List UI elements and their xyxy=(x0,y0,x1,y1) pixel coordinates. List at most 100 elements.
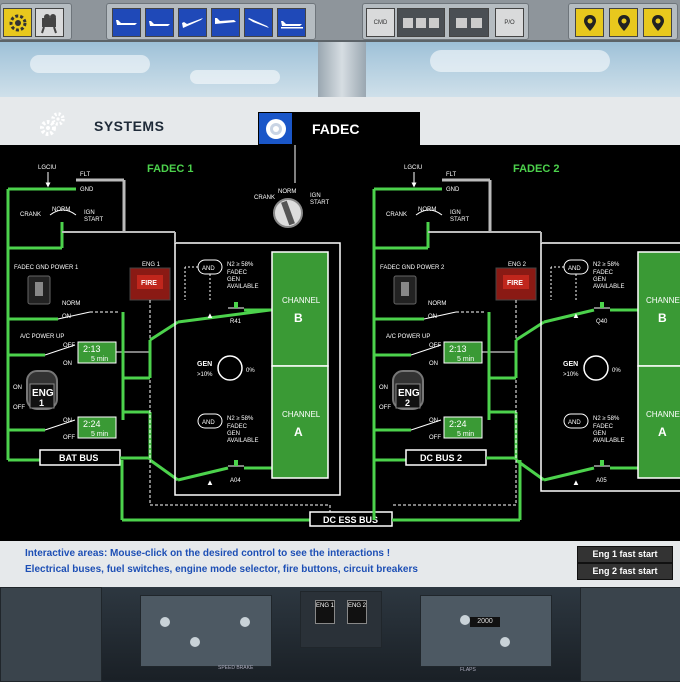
on-eng1-label: ON xyxy=(13,385,22,391)
fadec-gnd-power-2-label: FADEC GND POWER 2 xyxy=(380,265,445,271)
norm-gnd-1-label: NORM xyxy=(62,301,80,307)
map-pin-3-icon[interactable] xyxy=(643,8,672,37)
crank-1-label: CRANK xyxy=(20,212,41,218)
lgciu-1-label: LGCIU xyxy=(38,165,56,171)
fadec-1-title: FADEC 1 xyxy=(147,163,193,175)
available-2a: AVAILABLE xyxy=(593,438,624,444)
map-pin-2-icon[interactable] xyxy=(609,8,638,37)
pedestal-counter: 2000 xyxy=(470,617,500,627)
aircraft-landing-icon[interactable] xyxy=(277,8,306,37)
eng-1-master-switch[interactable]: ENG 1 xyxy=(26,370,58,410)
info-bar: Interactive areas: Mouse-click on the de… xyxy=(0,541,680,587)
timer-2-value: 2:24 xyxy=(83,419,101,429)
circuit-breaker-q40[interactable]: Q40 xyxy=(594,302,610,325)
gen-2a: GEN xyxy=(593,431,606,437)
channel-2b-label: CHANNEL xyxy=(646,296,680,305)
gen-1-icon xyxy=(217,355,243,381)
pedestal-knob xyxy=(460,615,470,625)
timer-4-value: 2:24 xyxy=(449,419,467,429)
n2-cond-2b: N2 ≥ 58% xyxy=(593,262,620,268)
fadec-tab-icon xyxy=(259,113,292,144)
eng-2-fire-button[interactable]: FIRE xyxy=(495,267,537,301)
eng-2-fast-start-button[interactable]: Eng 2 fast start xyxy=(577,563,673,580)
channel-2a-letter: A xyxy=(658,425,667,439)
svg-text:▲: ▲ xyxy=(572,311,580,320)
eng-1-fast-start-button[interactable]: Eng 1 fast start xyxy=(577,546,673,563)
aircraft-cruise-icon[interactable] xyxy=(211,8,240,37)
info-line-1: Interactive areas: Mouse-click on the de… xyxy=(25,548,391,559)
flaps-label: FLAPS xyxy=(460,667,476,673)
lgciu-2-label: LGCIU xyxy=(404,165,422,171)
channel-1b-label: CHANNEL xyxy=(282,296,321,305)
fadec-gen-2a: FADEC xyxy=(593,424,614,430)
gen-1-label: GEN xyxy=(197,361,212,368)
gen-2-pct: 0% xyxy=(612,368,621,374)
gen-2-icon xyxy=(583,355,609,381)
pedestal-panel-right xyxy=(420,595,552,667)
fadec-2-title: FADEC 2 xyxy=(513,163,559,175)
timer-4-duration: 5 min xyxy=(457,431,474,438)
svg-text:▲: ▲ xyxy=(206,478,214,487)
cb-r41-label: R41 xyxy=(230,319,242,325)
aircraft-taxi-icon[interactable] xyxy=(145,8,174,37)
panel-po-button[interactable]: P/O xyxy=(495,8,524,37)
pedestal-eng2-switch[interactable]: ENG 2 xyxy=(347,600,367,624)
pedestal-knob xyxy=(240,617,250,627)
pedestal-eng1-switch[interactable]: ENG 1 xyxy=(315,600,335,624)
off-eng1-label: OFF xyxy=(13,405,25,411)
speed-brake-label: SPEED BRAKE xyxy=(218,665,254,671)
available-1b: AVAILABLE xyxy=(227,284,258,290)
dc-ess-bus-label: DC ESS BUS xyxy=(323,515,378,525)
and-1a-label: AND xyxy=(202,420,215,426)
panel-overhead-button[interactable] xyxy=(397,8,445,37)
svg-text:▲: ▲ xyxy=(572,478,580,487)
gen-2b: GEN xyxy=(593,277,606,283)
and-2b-label: AND xyxy=(568,266,581,272)
projector-icon[interactable] xyxy=(35,8,64,37)
engine-master-panel: ENG 1 ENG 2 xyxy=(300,591,382,648)
norm-gnd-2-label: NORM xyxy=(428,301,446,307)
timer-1-value: 2:13 xyxy=(83,344,101,354)
fadec-1-channel-a xyxy=(271,365,329,479)
eng-1-switch-number: 1 xyxy=(39,398,44,408)
eng-1-fire-button[interactable]: FIRE xyxy=(129,267,171,301)
channel-1a-label: CHANNEL xyxy=(282,410,321,419)
gen-1-pct: 0% xyxy=(246,368,255,374)
fadec-2-section: FADEC 2 LGCIU FLT GND CRANK NORM IGN STA… xyxy=(372,163,680,520)
timer-3-duration: 5 min xyxy=(457,356,474,363)
fadec-2-channel-a xyxy=(637,365,680,479)
timer-3-value: 2:13 xyxy=(449,344,467,354)
gears-icon[interactable] xyxy=(3,8,32,37)
panel-cmd-button[interactable]: CMD xyxy=(366,8,395,37)
and-1b-label: AND xyxy=(202,266,215,272)
panel-select-group: CMD P/O xyxy=(362,3,529,40)
circuit-breaker-a04[interactable]: A04 xyxy=(228,460,244,484)
cb-a05-label: A05 xyxy=(596,478,607,484)
flight-phase-group xyxy=(106,3,316,40)
gen-1a: GEN xyxy=(227,431,240,437)
circuit-breaker-a05[interactable]: A05 xyxy=(594,460,610,484)
map-pin-1-icon[interactable] xyxy=(575,8,604,37)
aircraft-takeoff-icon[interactable] xyxy=(178,8,207,37)
pedestal-panel-left xyxy=(140,595,272,667)
aircraft-descent-icon[interactable] xyxy=(244,8,273,37)
timer-1-duration: 5 min xyxy=(91,356,108,363)
cb-a04-label: A04 xyxy=(230,478,241,484)
gen-1b: GEN xyxy=(227,277,240,283)
aircraft-parked-icon[interactable] xyxy=(112,8,141,37)
ac-power-up-1-label: A/C POWER UP xyxy=(20,334,64,340)
and-2a-label: AND xyxy=(568,420,581,426)
eng-1-fire-text: FIRE xyxy=(141,280,157,287)
systems-gears-icon xyxy=(38,110,68,140)
panel-pedestal-button[interactable] xyxy=(449,8,489,37)
tab-fadec-label: FADEC xyxy=(312,121,360,137)
engine-mode-selector[interactable]: CRANK NORM IGN START xyxy=(254,189,329,228)
on-ac-1-label: ON xyxy=(63,361,72,367)
pedestal-knob xyxy=(160,617,170,627)
fadec-2-channel-b xyxy=(637,251,680,367)
off-eng2-label: OFF xyxy=(379,405,391,411)
fadec-gen-1a: FADEC xyxy=(227,424,248,430)
on-eng2-label: ON xyxy=(379,385,388,391)
bat-bus-label: BAT BUS xyxy=(59,453,98,463)
eng-2-master-switch[interactable]: ENG 2 xyxy=(392,370,424,410)
